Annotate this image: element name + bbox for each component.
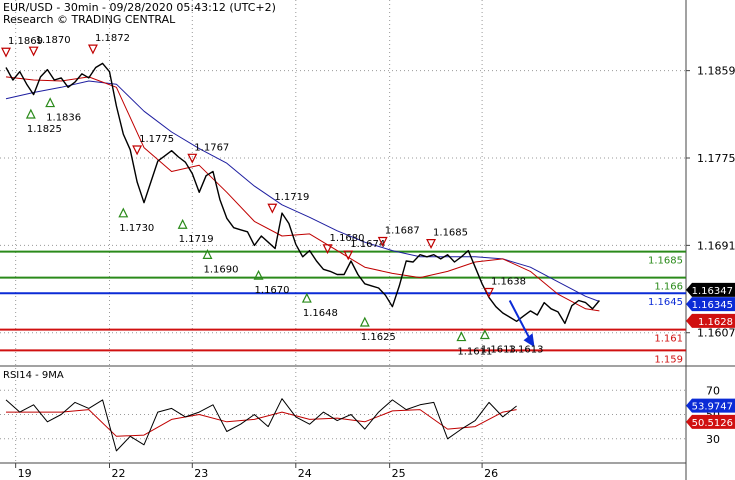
- swing-high-label-2: 1.1872: [95, 33, 130, 44]
- swing-low-label-8: 1.1719: [179, 234, 214, 245]
- research-credit: Research © TRADING CENTRAL: [3, 13, 176, 26]
- level-label-1.1645: 1.1645: [648, 297, 683, 308]
- swing-low-label-7: 1.1730: [119, 223, 154, 234]
- y-tick-label-1.1859: 1.1859: [697, 65, 735, 78]
- swing-high-label-16: 1.1685: [433, 228, 468, 239]
- rsi-axis-value-1: 50.5126: [692, 418, 733, 429]
- price-axis-value-1: 1.16345: [692, 300, 733, 311]
- swing-high-label-9: 1.1719: [274, 192, 309, 203]
- rsi-axis-value-0: 53.9747: [692, 402, 733, 413]
- rsi-line: [5, 398, 517, 452]
- rsi-ma-line: [6, 409, 517, 437]
- rsi-series: [5, 398, 517, 452]
- price-axis-value-0: 1.16347: [692, 286, 733, 297]
- y-tick-label-1.1775: 1.1775: [697, 152, 735, 165]
- rsi-tick-label-70: 70: [706, 384, 720, 397]
- swing-label-21: 1.1613: [508, 344, 543, 355]
- level-label-1.159: 1.159: [654, 354, 683, 365]
- swing-high-label-1: 1.1870: [36, 35, 71, 46]
- swing-high-label-15: 1.1687: [385, 226, 420, 237]
- rsi-tick-label-30: 30: [706, 433, 720, 446]
- rsi-panel-title: RSI14 - 9MA: [3, 370, 64, 381]
- swing-low-label-4: 1.1836: [46, 113, 81, 124]
- swing-high-label-6: 1.1767: [194, 142, 229, 153]
- swing-low-label-10: 1.1690: [203, 264, 238, 275]
- swing-low-label-14: 1.1648: [303, 308, 338, 319]
- price-axis-value-2: 1.1628: [698, 317, 733, 328]
- x-tick-label-24: 24: [298, 467, 312, 480]
- y-tick-label-1.1607: 1.1607: [697, 327, 735, 340]
- x-tick-label-22: 22: [112, 467, 126, 480]
- price-plot-background: [0, 0, 686, 366]
- x-tick-label-19: 19: [18, 467, 32, 480]
- swing-high-label-18: 1.1638: [491, 276, 526, 287]
- swing-low-label-11: 1.1670: [255, 285, 290, 296]
- swing-high-label-5: 1.1775: [139, 134, 174, 145]
- x-tick-label-23: 23: [194, 467, 208, 480]
- x-tick-label-25: 25: [392, 467, 406, 480]
- level-label-1.166: 1.166: [654, 282, 683, 293]
- swing-low-label-3: 1.1825: [27, 124, 62, 135]
- x-tick-label-26: 26: [484, 467, 498, 480]
- swing-low-label-17: 1.1625: [361, 332, 396, 343]
- level-label-1.161: 1.161: [654, 334, 683, 345]
- eurusd-chart: 1.16851.1661.16451.1611.159 1.18691.1870…: [0, 0, 735, 480]
- level-label-1.1685: 1.1685: [648, 256, 683, 267]
- y-tick-label-1.1691: 1.1691: [697, 239, 735, 252]
